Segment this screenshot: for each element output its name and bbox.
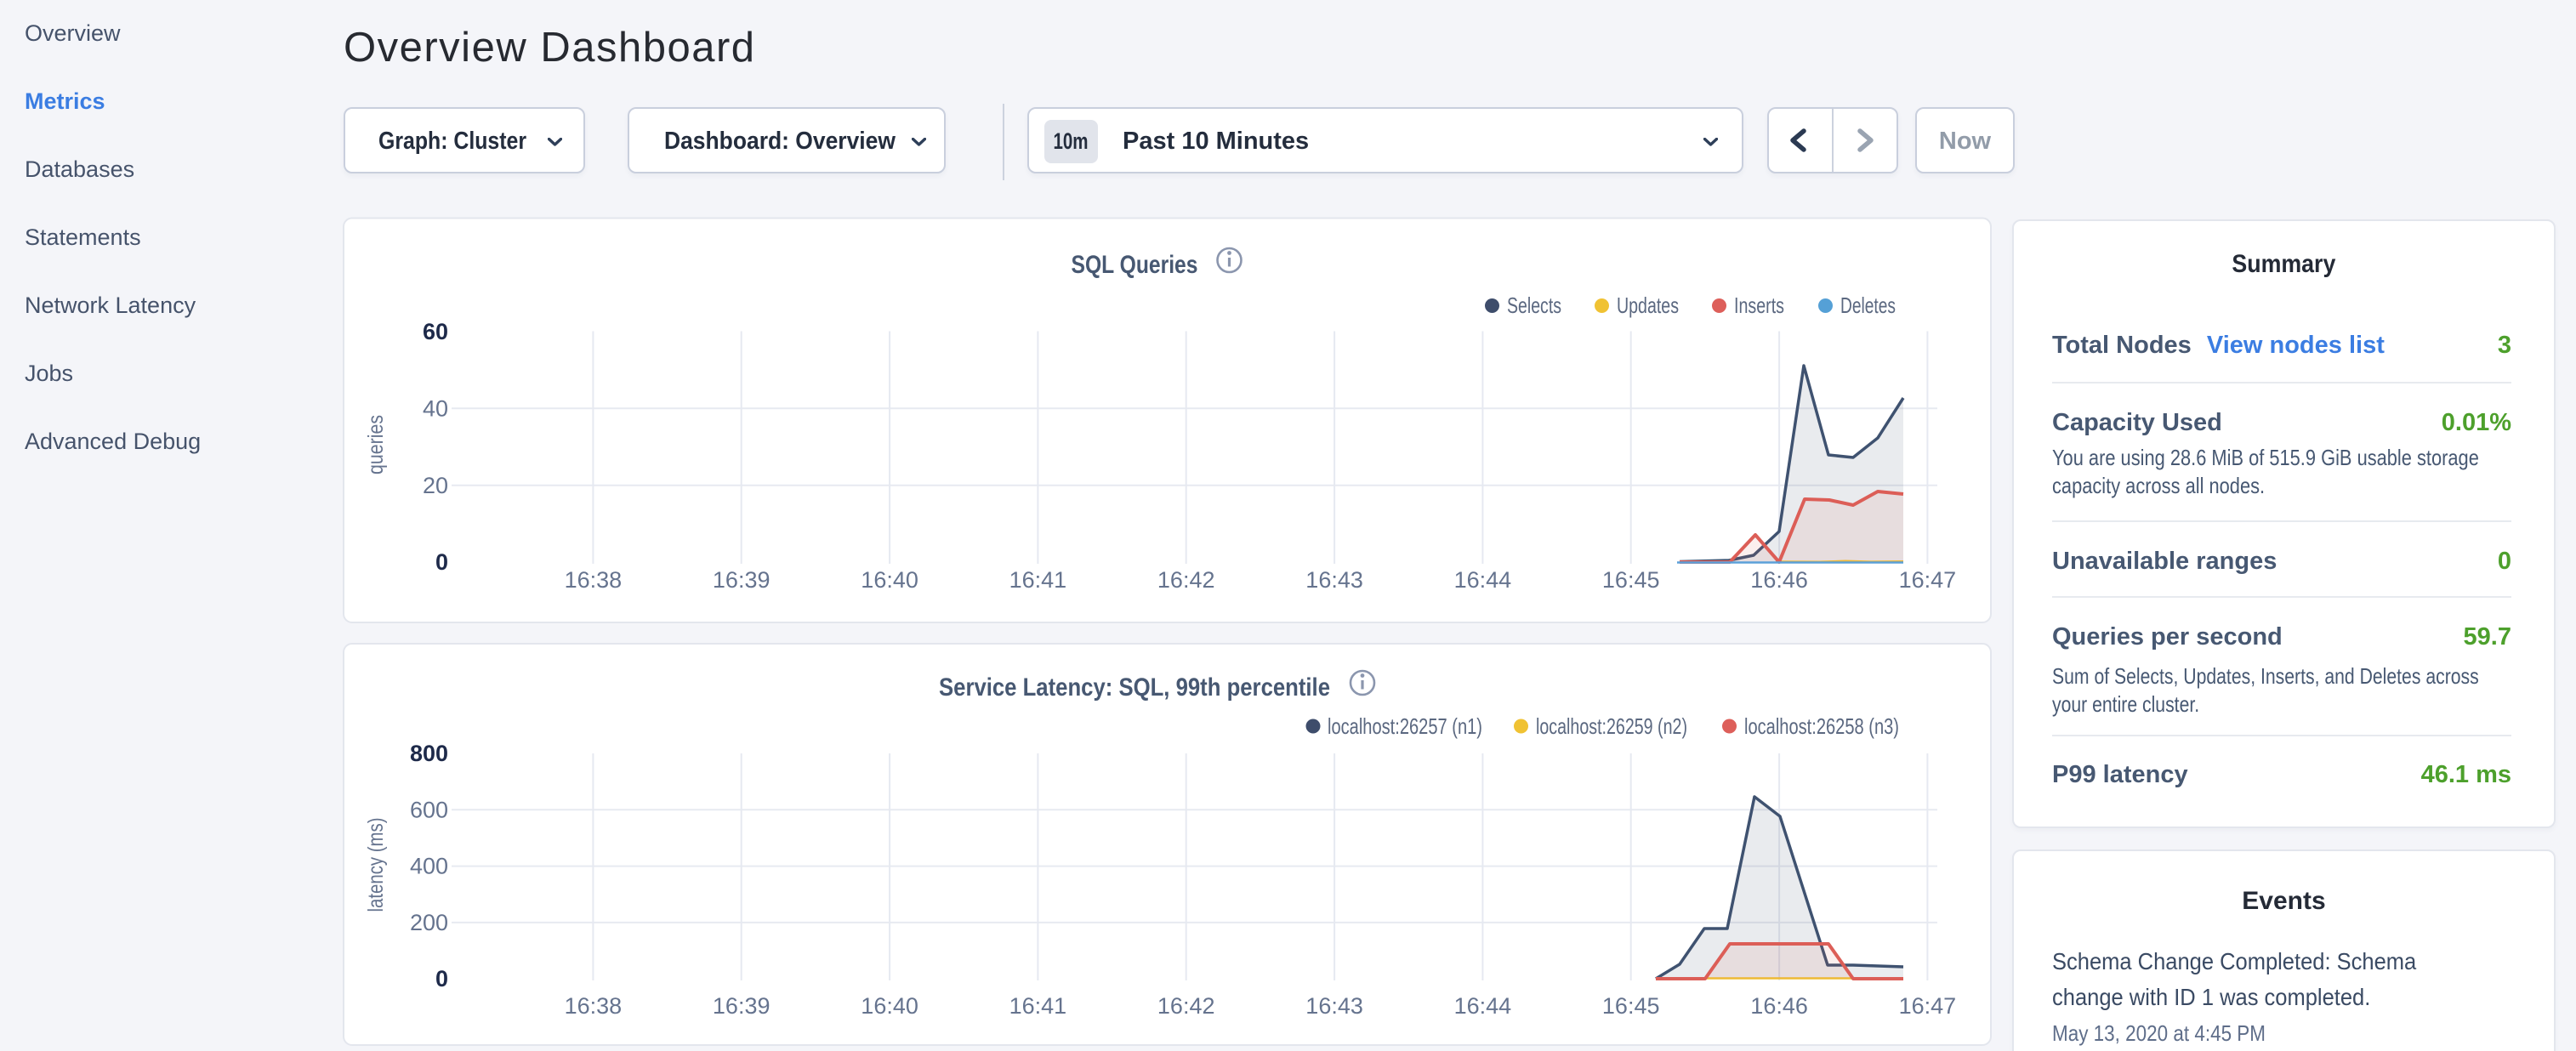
svg-text:16:39: 16:39 (713, 567, 771, 593)
svg-text:Deletes: Deletes (1840, 293, 1896, 318)
svg-text:Service Latency: SQL, 99th per: Service Latency: SQL, 99th percentile (939, 673, 1330, 702)
svg-text:20: 20 (423, 473, 448, 498)
svg-text:600: 600 (410, 797, 448, 822)
svg-text:Inserts: Inserts (1734, 293, 1784, 318)
svg-text:Updates: Updates (1617, 293, 1679, 318)
svg-text:16:46: 16:46 (1750, 567, 1808, 593)
svg-text:16:45: 16:45 (1602, 567, 1660, 593)
svg-text:Selects: Selects (1507, 293, 1561, 318)
svg-text:16:42: 16:42 (1157, 993, 1215, 1019)
svg-text:16:42: 16:42 (1157, 567, 1215, 593)
svg-text:16:43: 16:43 (1305, 993, 1363, 1019)
svg-text:16:39: 16:39 (713, 993, 771, 1019)
svg-text:localhost:26259 (n2): localhost:26259 (n2) (1536, 713, 1687, 739)
svg-text:16:47: 16:47 (1899, 567, 1957, 593)
svg-text:16:47: 16:47 (1899, 993, 1957, 1019)
svg-text:200: 200 (410, 910, 448, 935)
svg-text:localhost:26257 (n1): localhost:26257 (n1) (1328, 713, 1482, 739)
svg-text:60: 60 (423, 319, 448, 344)
svg-text:latency (ms): latency (ms) (364, 818, 388, 912)
svg-text:16:43: 16:43 (1305, 567, 1363, 593)
svg-text:40: 40 (423, 396, 448, 422)
svg-text:16:45: 16:45 (1602, 993, 1660, 1019)
svg-text:0: 0 (435, 549, 448, 575)
svg-text:16:38: 16:38 (565, 567, 623, 593)
svg-text:16:44: 16:44 (1454, 993, 1512, 1019)
svg-text:16:46: 16:46 (1750, 993, 1808, 1019)
svg-text:16:40: 16:40 (861, 993, 918, 1019)
svg-text:0: 0 (435, 966, 448, 991)
svg-text:16:41: 16:41 (1009, 567, 1067, 593)
svg-text:800: 800 (410, 741, 448, 766)
svg-text:SQL Queries: SQL Queries (1072, 251, 1198, 279)
svg-text:16:40: 16:40 (861, 567, 918, 593)
svg-text:400: 400 (410, 854, 448, 879)
svg-text:16:44: 16:44 (1454, 567, 1512, 593)
svg-text:16:38: 16:38 (565, 993, 623, 1019)
svg-text:16:41: 16:41 (1009, 993, 1067, 1019)
svg-text:localhost:26258 (n3): localhost:26258 (n3) (1744, 713, 1899, 739)
svg-text:queries: queries (364, 415, 388, 474)
